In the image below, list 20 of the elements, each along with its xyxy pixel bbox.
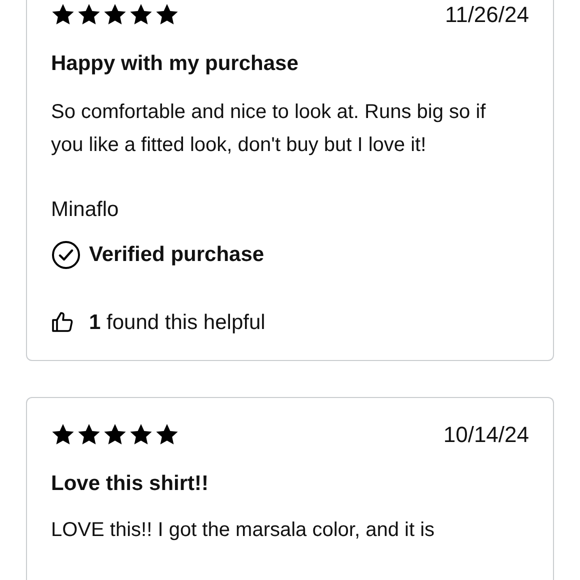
star-icon (51, 2, 75, 26)
review-text: LOVE this!! I got the marsala color, and it is (51, 518, 436, 542)
star-icon (103, 2, 127, 26)
star-icon (129, 422, 153, 446)
star-icon (155, 2, 179, 26)
star-icon (77, 422, 101, 446)
star-icon (129, 2, 153, 26)
review-title: Love this shirt!! (51, 471, 210, 497)
helpful-count-text: 1 found this helpful (89, 310, 266, 336)
review-date: 10/14/24 (443, 420, 529, 448)
star-icon (155, 422, 179, 446)
star-icon (51, 422, 75, 446)
review-date: 11/26/24 (444, 0, 529, 28)
thumbs-up-icon[interactable] (51, 310, 75, 334)
review-text: So comfortable and nice to look at. Runs big so if you like a fitted look, don't buy but I love it! (51, 100, 487, 158)
star-icon (77, 2, 101, 26)
verified-purchase-label: Verified purchase (89, 242, 264, 268)
reviewer-name: Minaflo (51, 196, 120, 222)
review-title: Happy with my purchase (51, 51, 300, 77)
star-icon (103, 422, 127, 446)
